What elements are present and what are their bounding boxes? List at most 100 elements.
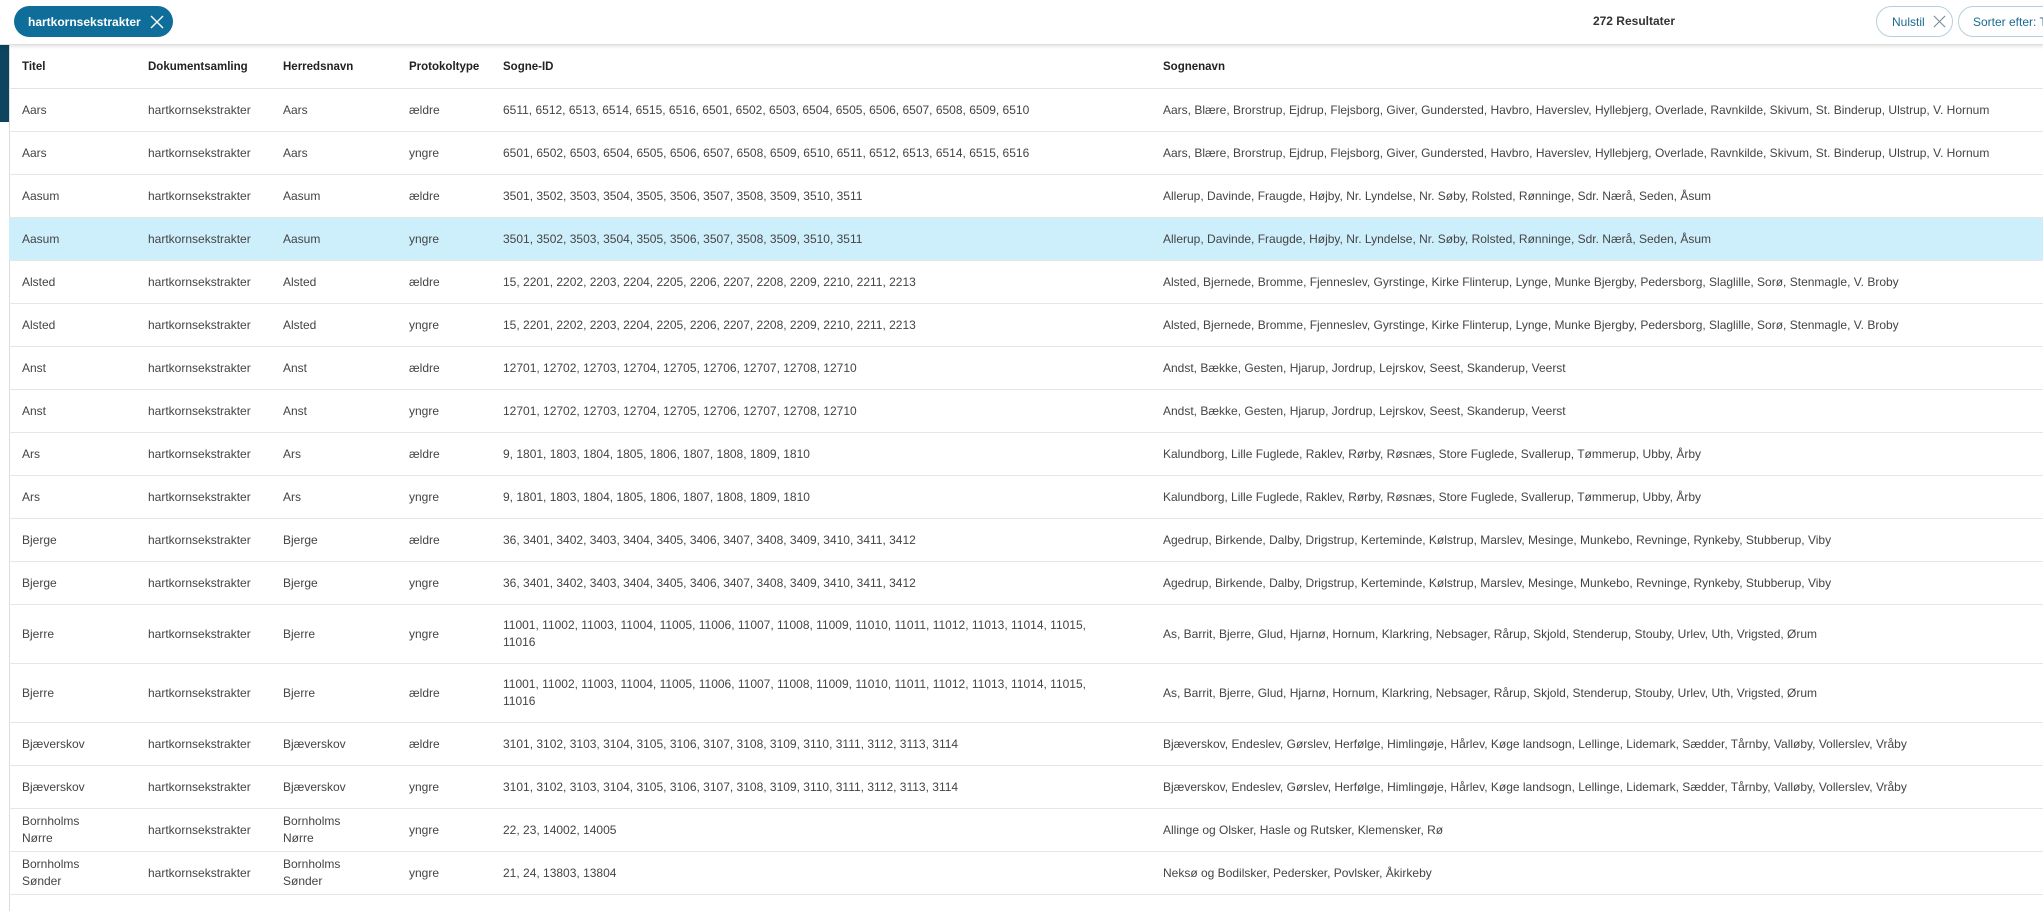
- cell-sogne-id: 3101, 3102, 3103, 3104, 3105, 3106, 3107…: [490, 722, 1150, 766]
- column-header-dokumentsamling[interactable]: Dokumentsamling: [135, 45, 270, 89]
- cell-herredsnavn: Aasum: [270, 174, 396, 218]
- cell-sognenavn: Andst, Bække, Gesten, Hjarup, Jordrup, L…: [1150, 389, 2043, 433]
- results-count: 272 Resultater: [1592, 14, 1675, 28]
- table-row[interactable]: Aasum hartkornsekstrakter Aasum ældre 3501, …: [9, 174, 2043, 218]
- cell-dokumentsamling: hartkornsekstrakter: [135, 389, 270, 433]
- cell-herredsnavn: Alsted: [270, 260, 396, 304]
- cell-dokumentsamling: hartkornsekstrakter: [135, 851, 270, 895]
- cell-sogne-id: 11001, 11002, 11003, 11004, 11005, 11006…: [490, 663, 1150, 723]
- cell-sogne-id: 36, 3401, 3402, 3403, 3404, 3405, 3406, …: [490, 518, 1150, 562]
- left-rail-accent: [0, 44, 9, 122]
- column-header-protokoltype[interactable]: Protokoltype: [396, 45, 490, 89]
- cell-titel: Alsted: [9, 260, 135, 304]
- cell-dokumentsamling: hartkornsekstrakter: [135, 561, 270, 605]
- cell-herredsnavn: Ars: [270, 432, 396, 476]
- remove-filter-button[interactable]: [145, 10, 169, 34]
- cell-dokumentsamling: hartkornsekstrakter: [135, 88, 270, 132]
- table-header-row: Titel Dokumentsamling Herredsnavn Protok…: [9, 45, 2043, 89]
- cell-titel: Anst: [9, 389, 135, 433]
- cell-dokumentsamling: hartkornsekstrakter: [135, 131, 270, 175]
- cell-herredsnavn: Aars: [270, 131, 396, 175]
- cell-protokoltype: yngre: [396, 303, 490, 347]
- cell-titel: Bjerge: [9, 518, 135, 562]
- cell-protokoltype: yngre: [396, 561, 490, 605]
- reset-button-label: Nulstil: [1892, 14, 1925, 29]
- cell-sognenavn: Alsted, Bjernede, Bromme, Fjenneslev, Gy…: [1150, 303, 2043, 347]
- cell-titel: Bjæverskov: [9, 765, 135, 809]
- sort-button[interactable]: Sorter efter: T: [1958, 6, 2043, 37]
- cell-protokoltype: ældre: [396, 432, 490, 476]
- reset-button[interactable]: Nulstil: [1876, 6, 1953, 37]
- cell-protokoltype: yngre: [396, 475, 490, 519]
- cell-sogne-id: 12701, 12702, 12703, 12704, 12705, 12706…: [490, 389, 1150, 433]
- table-row[interactable]: Anst hartkornsekstrakter Anst yngre 12701, 1…: [9, 389, 2043, 433]
- cell-sognenavn: Allerup, Davinde, Fraugde, Højby, Nr. Ly…: [1150, 174, 2043, 218]
- cell-sognenavn: Aars, Blære, Brorstrup, Ejdrup, Flejsbor…: [1150, 88, 2043, 132]
- cell-titel: Aars: [9, 131, 135, 175]
- cell-titel: Anst: [9, 346, 135, 390]
- cell-sognenavn: Bjæverskov, Endeslev, Gørslev, Herfølge,…: [1150, 722, 2043, 766]
- close-icon: [150, 15, 164, 28]
- cell-dokumentsamling: hartkornsekstrakter: [135, 518, 270, 562]
- cell-protokoltype: yngre: [396, 604, 490, 664]
- cell-herredsnavn: Bjerre: [270, 604, 396, 664]
- table-row[interactable]: Alsted hartkornsekstrakter Alsted ældre 15, …: [9, 260, 2043, 304]
- cell-titel: Aasum: [9, 174, 135, 218]
- cell-dokumentsamling: hartkornsekstrakter: [135, 217, 270, 261]
- column-header-titel[interactable]: Titel: [9, 45, 135, 89]
- cell-protokoltype: yngre: [396, 131, 490, 175]
- cell-protokoltype: yngre: [396, 765, 490, 809]
- table-row[interactable]: Bjerre hartkornsekstrakter Bjerre yngre 1100…: [9, 604, 2043, 664]
- cell-sogne-id: 22, 23, 14002, 14005: [490, 808, 1150, 852]
- column-header-sognenavn[interactable]: Sognenavn: [1150, 45, 2043, 89]
- table-row[interactable]: Bjæverskov hartkornsekstrakter Bjæverskov y…: [9, 765, 2043, 809]
- cell-titel: Aars: [9, 88, 135, 132]
- cell-titel: Ars: [9, 475, 135, 519]
- cell-herredsnavn: Bjæverskov: [270, 765, 396, 809]
- cell-sogne-id: 6501, 6502, 6503, 6504, 6505, 6506, 6507…: [490, 131, 1150, 175]
- cell-herredsnavn: Bjerge: [270, 518, 396, 562]
- table-row[interactable]: Aasum hartkornsekstrakter Aasum yngre 3501, …: [9, 217, 2043, 261]
- cell-sogne-id: 3101, 3102, 3103, 3104, 3105, 3106, 3107…: [490, 765, 1150, 809]
- table-row[interactable]: Bornholms Nørre hartkornsekstrakter Bornho…: [9, 808, 2043, 852]
- table-row[interactable]: Ars hartkornsekstrakter Ars yngre 9, 1801, 1…: [9, 475, 2043, 519]
- table-row[interactable]: Bjæverskov hartkornsekstrakter Bjæverskov æ…: [9, 722, 2043, 766]
- table-row[interactable]: Bjerre hartkornsekstrakter Bjerre ældre 1100…: [9, 663, 2043, 723]
- cell-sogne-id: 11001, 11002, 11003, 11004, 11005, 11006…: [490, 604, 1150, 664]
- table-row[interactable]: Anst hartkornsekstrakter Anst ældre 12701, 1…: [9, 346, 2043, 390]
- cell-protokoltype: ældre: [396, 663, 490, 723]
- table-row[interactable]: Aars hartkornsekstrakter Aars yngre 6501, 65…: [9, 131, 2043, 175]
- cell-dokumentsamling: hartkornsekstrakter: [135, 663, 270, 723]
- cell-sognenavn: Agedrup, Birkende, Dalby, Drigstrup, Ker…: [1150, 518, 2043, 562]
- cell-protokoltype: yngre: [396, 808, 490, 852]
- cell-dokumentsamling: hartkornsekstrakter: [135, 174, 270, 218]
- cell-dokumentsamling: hartkornsekstrakter: [135, 346, 270, 390]
- table-row[interactable]: Bornholms Sønder hartkornsekstrakter Bornh…: [9, 851, 2043, 895]
- sort-button-label: Sorter efter: T: [1973, 14, 2043, 29]
- cell-dokumentsamling: hartkornsekstrakter: [135, 432, 270, 476]
- table-row[interactable]: Bjerge hartkornsekstrakter Bjerge ældre 36, …: [9, 518, 2043, 562]
- table-row[interactable]: Bjerge hartkornsekstrakter Bjerge yngre 36, …: [9, 561, 2043, 605]
- cell-herredsnavn: Bjæverskov: [270, 722, 396, 766]
- cell-dokumentsamling: hartkornsekstrakter: [135, 475, 270, 519]
- cell-dokumentsamling: hartkornsekstrakter: [135, 604, 270, 664]
- cell-sogne-id: 3501, 3502, 3503, 3504, 3505, 3506, 3507…: [490, 174, 1150, 218]
- filter-chip: hartkornsekstrakter: [14, 6, 173, 37]
- cell-sogne-id: 12701, 12702, 12703, 12704, 12705, 12706…: [490, 346, 1150, 390]
- table-row[interactable]: Ars hartkornsekstrakter Ars ældre 9, 1801, 1…: [9, 432, 2043, 476]
- table-row[interactable]: Aars hartkornsekstrakter Aars ældre 6511, 65…: [9, 88, 2043, 132]
- cell-herredsnavn: Aars: [270, 88, 396, 132]
- cell-titel: Bjerre: [9, 663, 135, 723]
- column-header-herredsnavn[interactable]: Herredsnavn: [270, 45, 396, 89]
- column-header-sogne-id[interactable]: Sogne-ID: [490, 45, 1150, 89]
- cell-protokoltype: yngre: [396, 389, 490, 433]
- cell-sogne-id: 9, 1801, 1803, 1804, 1805, 1806, 1807, 1…: [490, 432, 1150, 476]
- cell-sognenavn: Kalundborg, Lille Fuglede, Raklev, Rørby…: [1150, 475, 2043, 519]
- table-row[interactable]: Alsted hartkornsekstrakter Alsted yngre 15, …: [9, 303, 2043, 347]
- cell-herredsnavn: Bornholms Nørre: [270, 808, 396, 852]
- cell-protokoltype: ældre: [396, 518, 490, 562]
- cell-titel: Alsted: [9, 303, 135, 347]
- cell-protokoltype: yngre: [396, 217, 490, 261]
- cell-herredsnavn: Ars: [270, 475, 396, 519]
- cell-sognenavn: Neksø og Bodilsker, Pedersker, Povlsker,…: [1150, 851, 2043, 895]
